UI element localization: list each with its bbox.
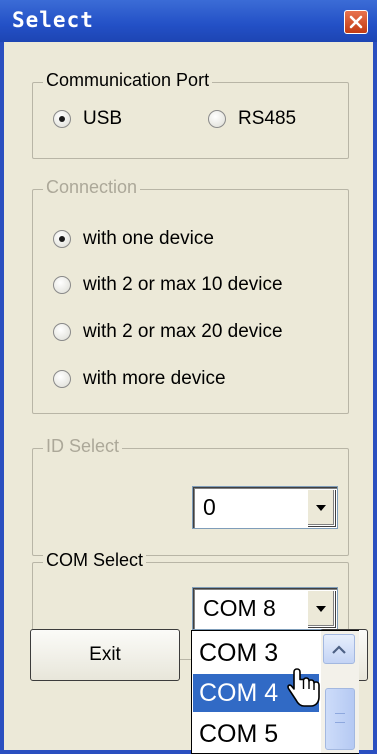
radio-max-20-device[interactable]: with 2 or max 20 device — [53, 321, 283, 343]
com-select-value: COM 8 — [203, 595, 276, 621]
select-dialog: Select Communication Port USB RS485 Conn… — [0, 0, 377, 754]
radio-rs485[interactable]: RS485 — [208, 108, 296, 130]
radio-button-checked[interactable] — [53, 110, 71, 128]
radio-usb-label: USB — [83, 108, 123, 129]
radio-one-device-label: with one device — [83, 228, 214, 249]
scroll-up-button[interactable] — [323, 634, 355, 664]
radio-max-10-device-label: with 2 or max 10 device — [83, 274, 283, 295]
communication-port-label: Communication Port — [43, 70, 213, 91]
id-select-value: 0 — [203, 494, 216, 520]
scroll-thumb[interactable] — [325, 688, 355, 750]
radio-usb[interactable]: USB — [53, 108, 122, 130]
radio-max-10-device[interactable]: with 2 or max 10 device — [53, 274, 283, 296]
radio-button[interactable] — [208, 110, 226, 128]
radio-button-checked[interactable] — [53, 230, 71, 248]
connection-group: Connection with one device with 2 or max… — [32, 177, 349, 414]
radio-rs485-label: RS485 — [238, 108, 297, 129]
chevron-up-icon — [332, 644, 346, 654]
list-item-com5[interactable]: COM 5 — [193, 715, 319, 753]
radio-more-device[interactable]: with more device — [53, 368, 226, 390]
exit-button[interactable]: Exit — [30, 629, 180, 681]
com-select-label: COM Select — [43, 550, 147, 571]
radio-button[interactable] — [53, 276, 71, 294]
id-select-label: ID Select — [43, 436, 123, 457]
radio-max-20-device-label: with 2 or max 20 device — [83, 321, 283, 342]
id-select-combobox[interactable]: 0 — [192, 486, 338, 529]
dropdown-scrollbar[interactable] — [321, 631, 359, 753]
com-select-combobox[interactable]: COM 8 — [192, 587, 338, 630]
window-title: Select — [12, 8, 94, 32]
close-button[interactable] — [344, 10, 368, 34]
hand-cursor-icon — [287, 668, 320, 707]
grip-icon — [335, 713, 345, 723]
radio-button[interactable] — [53, 370, 71, 388]
radio-more-device-label: with more device — [83, 368, 226, 389]
id-select-group: ID Select 0 — [32, 436, 349, 556]
radio-button[interactable] — [53, 323, 71, 341]
title-bar[interactable]: Select — [0, 0, 377, 42]
chevron-down-icon — [316, 605, 326, 612]
close-icon — [349, 15, 363, 29]
communication-port-group: Communication Port USB RS485 — [32, 70, 349, 159]
chevron-down-icon — [316, 504, 326, 511]
com-dropdown-list[interactable]: COM 3 COM 4 COM 5 — [191, 630, 359, 754]
id-select-dropdown-button[interactable] — [307, 489, 335, 526]
connection-label: Connection — [43, 177, 141, 198]
com-select-dropdown-button[interactable] — [307, 590, 335, 627]
radio-one-device[interactable]: with one device — [53, 228, 214, 250]
